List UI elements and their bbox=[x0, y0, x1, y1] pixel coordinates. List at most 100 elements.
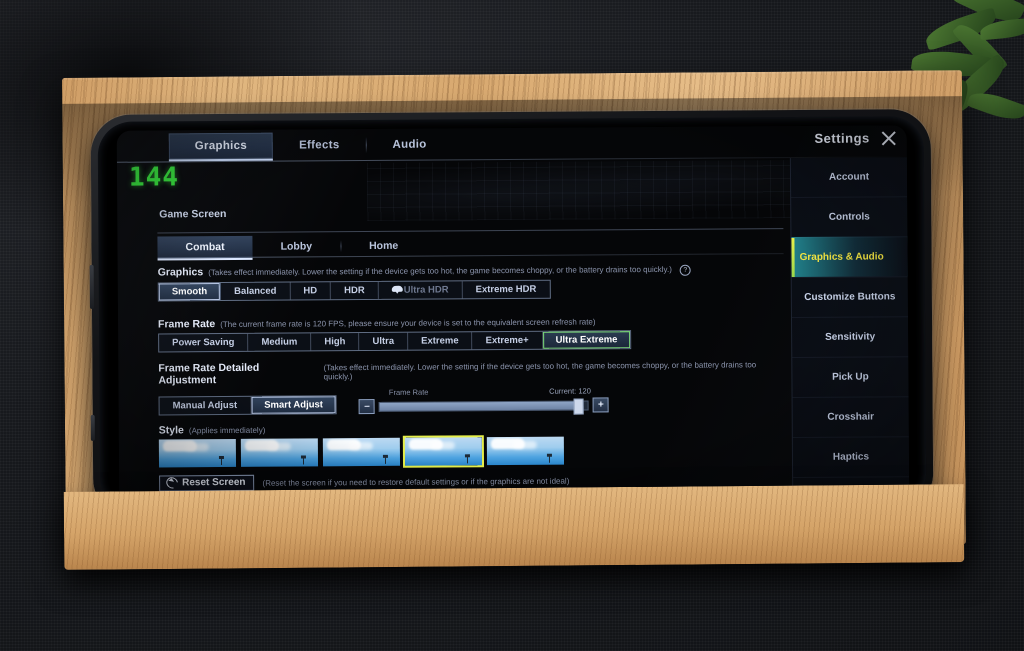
graphics-option-ultra-hdr[interactable]: Ultra HDR bbox=[378, 281, 463, 299]
graphics-option-smooth[interactable]: Smooth bbox=[158, 283, 222, 301]
fps-counter-overlay: 144 bbox=[128, 162, 180, 193]
tab-effects[interactable]: Effects bbox=[273, 132, 366, 159]
sidebar-item-pick-up-label: Pick Up bbox=[832, 371, 869, 383]
subtab-home[interactable]: Home bbox=[341, 235, 426, 258]
frame-rate-option-ultra[interactable]: Ultra bbox=[359, 332, 409, 351]
style-thumbnail-1[interactable] bbox=[158, 438, 237, 468]
tab-graphics-label: Graphics bbox=[194, 139, 248, 153]
game-screen-label: Game Screen bbox=[159, 207, 227, 221]
graphics-option-hdr-label: HDR bbox=[344, 285, 365, 297]
settings-title: Settings bbox=[814, 130, 870, 146]
manual-adjust-button[interactable]: Manual Adjust bbox=[159, 396, 252, 415]
slider-handle[interactable] bbox=[573, 398, 584, 415]
section-graphics: Graphics (Takes effect immediately. Lowe… bbox=[157, 262, 784, 302]
power-button bbox=[90, 414, 95, 441]
frame-rate-option-power-saving-label: Power Saving bbox=[172, 336, 235, 349]
slider-fill bbox=[379, 401, 578, 411]
slider-label: Frame Rate bbox=[388, 387, 429, 397]
sidebar-item-pick-up[interactable]: Pick Up bbox=[792, 356, 909, 398]
slider-current-value: Current: 120 bbox=[549, 386, 591, 396]
frame-rate-option-medium-label: Medium bbox=[261, 336, 298, 348]
frame-rate-option-extreme[interactable]: Extreme bbox=[408, 332, 473, 350]
frame-rate-title: Frame Rate bbox=[157, 318, 216, 331]
subtab-combat[interactable]: Combat bbox=[157, 235, 253, 259]
settings-sidebar: Account Controls Graphics & Audio Custom… bbox=[789, 157, 910, 513]
tab-audio[interactable]: Audio bbox=[366, 131, 452, 158]
increase-button[interactable]: + bbox=[592, 397, 610, 413]
top-tabs: Graphics Effects Audio bbox=[168, 131, 453, 160]
decrease-label: – bbox=[364, 400, 370, 412]
manual-adjust-label: Manual Adjust bbox=[172, 399, 238, 412]
subtab-lobby[interactable]: Lobby bbox=[253, 235, 341, 258]
settings-header: Settings bbox=[814, 129, 896, 147]
style-hint: (Applies immediately) bbox=[188, 425, 266, 436]
frame-rate-option-ultra-extreme[interactable]: Ultra Extreme bbox=[542, 331, 631, 349]
sidebar-item-controls[interactable]: Controls bbox=[791, 196, 908, 238]
graphics-heading: Graphics (Takes effect immediately. Lowe… bbox=[158, 262, 784, 279]
volume-button bbox=[89, 264, 94, 309]
tab-effects-label: Effects bbox=[299, 139, 340, 152]
frame-rate-option-extreme-plus[interactable]: Extreme+ bbox=[472, 331, 543, 350]
tab-audio-label: Audio bbox=[392, 138, 427, 151]
tab-graphics[interactable]: Graphics bbox=[168, 132, 274, 160]
frame-rate-hint: (The current frame rate is 120 FPS, plea… bbox=[220, 317, 596, 330]
undo-icon bbox=[164, 474, 181, 491]
style-thumbnail-3[interactable] bbox=[322, 437, 401, 467]
decrease-button[interactable]: – bbox=[358, 398, 376, 415]
graphics-option-extreme-hdr-label: Extreme HDR bbox=[475, 283, 537, 296]
sidebar-item-haptics[interactable]: Haptics bbox=[792, 436, 910, 478]
frame-rate-option-high[interactable]: High bbox=[311, 333, 360, 351]
sidebar-item-account-label: Account bbox=[828, 171, 870, 183]
question-mark-icon[interactable]: ? bbox=[679, 264, 691, 276]
reset-screen-button[interactable]: Reset Screen bbox=[159, 474, 255, 492]
graphics-option-balanced[interactable]: Balanced bbox=[221, 282, 291, 301]
graphics-option-hd[interactable]: HD bbox=[290, 282, 332, 300]
close-icon[interactable] bbox=[880, 129, 897, 146]
detailed-adjustment-controls: Manual Adjust Smart Adjust Frame Rate Cu… bbox=[158, 386, 785, 416]
frame-rate-slider[interactable] bbox=[378, 398, 589, 415]
sidebar-item-sensitivity[interactable]: Sensitivity bbox=[791, 316, 909, 358]
frame-rate-option-medium[interactable]: Medium bbox=[248, 333, 312, 351]
graphics-option-extreme-hdr[interactable]: Extreme HDR bbox=[463, 281, 550, 299]
graphics-option-ultra-hdr-label: Ultra HDR bbox=[403, 284, 449, 296]
reset-screen-label: Reset Screen bbox=[182, 476, 246, 489]
graphics-option-balanced-label: Balanced bbox=[234, 285, 277, 297]
style-thumbnail-5[interactable] bbox=[486, 436, 565, 466]
style-thumbnail-2[interactable] bbox=[240, 438, 319, 467]
sidebar-item-crosshair[interactable]: Crosshair bbox=[792, 396, 909, 438]
slider-row: – + bbox=[358, 397, 610, 415]
sidebar-item-graphics-audio[interactable]: Graphics & Audio bbox=[791, 236, 908, 278]
subtab-top-line bbox=[157, 228, 784, 234]
game-preview-grid bbox=[366, 160, 792, 222]
settings-main-panel: Game Screen Combat Lobby Home Graphics (… bbox=[117, 158, 793, 513]
sidebar-item-haptics-label: Haptics bbox=[832, 451, 870, 463]
section-frame-rate: Frame Rate (The current frame rate is 12… bbox=[158, 314, 784, 353]
graphics-option-hdr[interactable]: HDR bbox=[331, 281, 379, 300]
graphics-option-smooth-label: Smooth bbox=[171, 286, 208, 298]
frame-rate-option-row: Power Saving Medium High Ultra Extreme E… bbox=[158, 330, 632, 353]
frame-rate-heading: Frame Rate (The current frame rate is 12… bbox=[158, 314, 784, 330]
frame-rate-option-extreme-label: Extreme bbox=[421, 335, 459, 347]
graphics-option-row: Smooth Balanced HD HDR Ultra HDR Extreme… bbox=[157, 279, 551, 302]
sidebar-item-controls-label: Controls bbox=[828, 211, 870, 223]
sidebar-item-graphics-audio-label: Graphics & Audio bbox=[799, 251, 884, 263]
detailed-adjustment-title: Frame Rate Detailed Adjustment bbox=[158, 361, 260, 387]
wooden-stand-lip bbox=[63, 484, 965, 570]
frame-rate-option-power-saving[interactable]: Power Saving bbox=[159, 333, 249, 352]
increase-label: + bbox=[597, 398, 604, 410]
adjust-mode-row: Manual Adjust Smart Adjust bbox=[158, 395, 338, 416]
sidebar-item-account[interactable]: Account bbox=[791, 157, 907, 197]
detailed-adjustment-hint: (Takes effect immediately. Lower the set… bbox=[323, 360, 757, 382]
smart-adjust-label: Smart Adjust bbox=[264, 399, 323, 411]
cloud-download-icon bbox=[392, 286, 403, 295]
subtab-combat-label: Combat bbox=[185, 241, 225, 254]
phone-screen: Graphics Effects Audio Settings 144 Game… bbox=[116, 125, 910, 513]
frame-rate-option-ultra-label: Ultra bbox=[372, 335, 395, 347]
sidebar-item-customize-buttons[interactable]: Customize Buttons bbox=[791, 276, 908, 318]
graphics-hint: (Takes effect immediately. Lower the set… bbox=[208, 264, 672, 278]
subtab-home-label: Home bbox=[369, 239, 399, 253]
style-heading: Style (Applies immediately) bbox=[159, 420, 785, 436]
style-title: Style bbox=[158, 424, 184, 437]
smart-adjust-button[interactable]: Smart Adjust bbox=[251, 396, 337, 414]
style-thumbnail-4[interactable] bbox=[404, 437, 483, 466]
